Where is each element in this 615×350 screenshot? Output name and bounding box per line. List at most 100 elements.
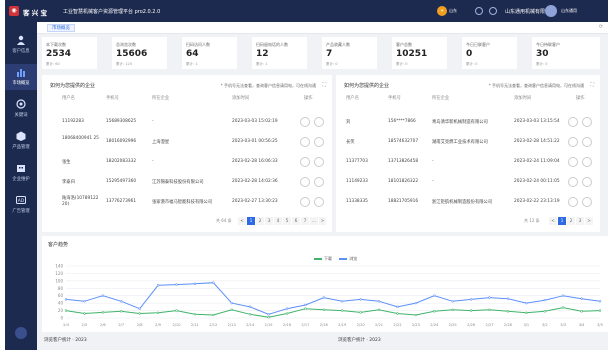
chat-icon[interactable] xyxy=(568,197,578,207)
sidebar-item-enterprise[interactable]: 企业维护 xyxy=(5,160,37,186)
data-point[interactable] xyxy=(64,298,68,301)
data-point[interactable] xyxy=(341,300,344,303)
data-point[interactable] xyxy=(377,308,381,312)
chat-icon[interactable] xyxy=(568,117,578,127)
data-point[interactable] xyxy=(175,309,178,312)
chat-icon[interactable] xyxy=(568,177,578,187)
message-icon[interactable] xyxy=(489,7,497,15)
data-point[interactable] xyxy=(83,312,86,315)
data-point[interactable] xyxy=(322,296,325,299)
data-point[interactable] xyxy=(377,300,381,303)
data-point[interactable] xyxy=(561,306,565,309)
data-point[interactable] xyxy=(488,296,491,299)
data-point[interactable] xyxy=(156,284,160,287)
data-point[interactable] xyxy=(525,301,528,305)
refresh-icon[interactable]: ⟳ xyxy=(599,24,603,30)
data-point[interactable] xyxy=(451,300,454,303)
view-icon[interactable] xyxy=(314,177,324,187)
data-point[interactable] xyxy=(285,312,289,315)
data-point[interactable] xyxy=(580,310,583,313)
data-point[interactable] xyxy=(120,300,123,303)
data-point[interactable] xyxy=(433,310,436,313)
data-point[interactable] xyxy=(230,308,233,312)
data-point[interactable] xyxy=(359,311,362,314)
data-point[interactable] xyxy=(414,313,418,317)
data-point[interactable] xyxy=(598,309,602,312)
data-point[interactable] xyxy=(101,311,105,314)
data-point[interactable] xyxy=(248,305,252,309)
data-point[interactable] xyxy=(193,282,197,286)
pagination-page[interactable]: 5 xyxy=(283,217,291,225)
expand-icon[interactable]: ⛶ xyxy=(590,82,594,88)
pagination-page[interactable]: 3 xyxy=(576,217,584,225)
sidebar-item-customers[interactable]: 客户信息 xyxy=(5,32,37,58)
data-point[interactable] xyxy=(543,310,546,313)
data-point[interactable] xyxy=(212,313,215,317)
view-icon[interactable] xyxy=(314,137,324,147)
notification-icon[interactable] xyxy=(475,7,483,15)
pagination-page[interactable]: 3 xyxy=(265,217,273,225)
data-point[interactable] xyxy=(322,308,325,312)
view-icon[interactable] xyxy=(582,197,592,207)
data-point[interactable] xyxy=(525,311,528,315)
data-point[interactable] xyxy=(64,309,68,312)
data-point[interactable] xyxy=(156,311,160,315)
chat-icon[interactable] xyxy=(300,197,310,207)
sidebar-item-products[interactable]: 产品管理 xyxy=(5,128,37,154)
data-point[interactable] xyxy=(488,308,491,312)
data-point[interactable] xyxy=(267,313,270,316)
data-point[interactable] xyxy=(248,313,252,316)
view-icon[interactable] xyxy=(314,157,324,167)
data-point[interactable] xyxy=(506,310,510,313)
data-point[interactable] xyxy=(138,307,141,310)
data-point[interactable] xyxy=(341,309,344,312)
view-icon[interactable] xyxy=(582,137,592,147)
data-point[interactable] xyxy=(230,301,233,305)
pagination-page[interactable]: 1 xyxy=(247,217,255,225)
data-point[interactable] xyxy=(396,312,399,315)
avatar[interactable] xyxy=(545,5,557,17)
pagination-page[interactable]: 6 xyxy=(292,217,300,225)
expand-icon[interactable]: ⛶ xyxy=(322,82,326,88)
chat-icon[interactable] xyxy=(300,137,310,147)
data-point[interactable] xyxy=(267,316,270,319)
chat-icon[interactable] xyxy=(300,177,310,187)
view-icon[interactable] xyxy=(582,177,592,187)
chat-icon[interactable] xyxy=(300,157,310,167)
pagination-page[interactable]: 1 xyxy=(558,217,566,225)
view-icon[interactable] xyxy=(314,197,324,207)
view-icon[interactable] xyxy=(314,117,324,127)
sidebar-item-ads[interactable]: AD 广告管理 xyxy=(5,192,37,218)
data-point[interactable] xyxy=(101,294,105,297)
data-point[interactable] xyxy=(469,298,473,301)
pagination-next[interactable]: > xyxy=(585,217,593,225)
pagination-page[interactable]: 7 xyxy=(301,217,309,225)
view-icon[interactable] xyxy=(582,117,592,127)
chat-icon[interactable] xyxy=(300,117,310,127)
chat-icon[interactable] xyxy=(568,157,578,167)
pagination-prev[interactable]: < xyxy=(549,217,557,225)
pagination-prev[interactable]: < xyxy=(238,217,246,225)
username[interactable]: 山东通用 xyxy=(561,8,577,14)
tab-market-overview[interactable]: 市场概览 xyxy=(47,24,75,32)
view-icon[interactable] xyxy=(582,157,592,167)
data-point[interactable] xyxy=(598,300,602,303)
pagination-page[interactable]: 4 xyxy=(274,217,282,225)
data-point[interactable] xyxy=(304,307,307,310)
pagination-next[interactable]: > xyxy=(319,217,326,225)
data-point[interactable] xyxy=(359,298,362,301)
chat-icon[interactable] xyxy=(568,137,578,147)
data-point[interactable] xyxy=(120,310,123,313)
pagination-page[interactable]: 2 xyxy=(567,217,575,225)
data-point[interactable] xyxy=(543,298,546,302)
chat-icon[interactable] xyxy=(15,327,27,339)
sidebar-item-keywords[interactable]: 关键词 xyxy=(5,96,37,122)
sidebar-item-market[interactable]: 市场概览 xyxy=(5,64,37,90)
data-point[interactable] xyxy=(561,294,565,297)
data-point[interactable] xyxy=(469,309,473,312)
pagination-ellipsis[interactable]: ... xyxy=(310,217,318,225)
data-point[interactable] xyxy=(451,308,454,312)
data-point[interactable] xyxy=(304,303,307,307)
data-point[interactable] xyxy=(506,297,510,300)
data-point[interactable] xyxy=(414,301,418,305)
